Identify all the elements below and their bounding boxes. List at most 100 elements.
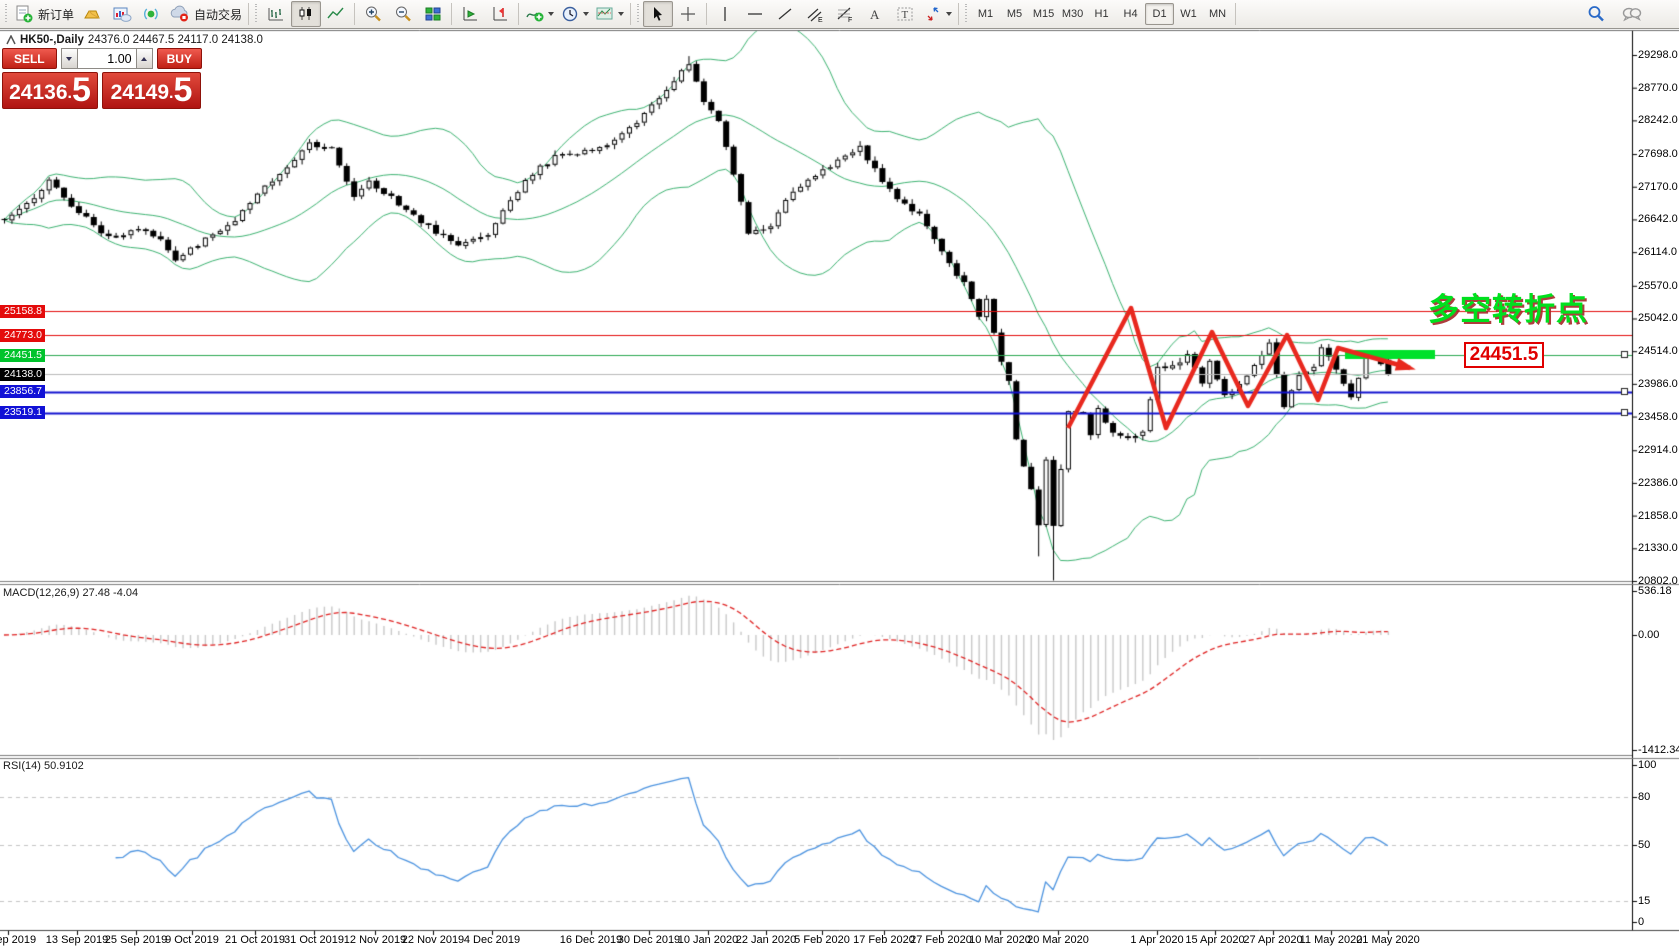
svg-text:F: F xyxy=(848,17,852,24)
chinese-annotation[interactable]: 多空转折点 xyxy=(1428,284,1588,329)
volume-decrease-button[interactable] xyxy=(61,48,78,69)
sell-price-frac: 5 xyxy=(72,75,91,106)
gold-button[interactable] xyxy=(77,1,107,27)
macd-axis-tick: -1412.34 xyxy=(1638,744,1679,756)
candlestick-chart-button[interactable] xyxy=(291,1,321,27)
rsi-axis-tick: 100 xyxy=(1638,759,1656,771)
rsi-axis-tick: 0 xyxy=(1638,916,1644,928)
timeframe-group: M1M5M15M30H1H4D1W1MN xyxy=(971,3,1232,25)
ohlc-values: 24376.0 24467.5 24117.0 24138.0 xyxy=(88,34,263,46)
horizontal-line-button[interactable] xyxy=(740,1,770,27)
chart-canvas[interactable] xyxy=(0,0,1679,952)
volume-increase-button[interactable] xyxy=(136,48,153,69)
timeframe-m15[interactable]: M15 xyxy=(1029,3,1058,25)
auto-scroll-icon xyxy=(460,4,480,24)
timeframe-w1[interactable]: W1 xyxy=(1174,3,1203,25)
bar-chart-icon xyxy=(266,4,286,24)
tile-windows-icon xyxy=(423,4,443,24)
charts-window-icon xyxy=(112,4,132,24)
buy-button[interactable]: BUY xyxy=(157,48,202,69)
periods-caret-icon xyxy=(583,12,589,16)
toolbar-separator xyxy=(248,3,249,25)
community-button[interactable] xyxy=(1617,1,1647,27)
horizontal-line-icon xyxy=(745,4,765,24)
arrows-icon xyxy=(923,4,943,24)
price-axis-tick: 26642.0 xyxy=(1638,213,1678,225)
buy-price-display[interactable]: 24149.5 xyxy=(102,72,201,109)
new-order-button[interactable]: 新订单 xyxy=(11,1,77,27)
timeframe-d1[interactable]: D1 xyxy=(1145,3,1174,25)
chart-shift-button[interactable] xyxy=(485,1,515,27)
zoom-out-button[interactable] xyxy=(388,1,418,27)
templates-button[interactable] xyxy=(592,1,627,27)
price-badge: 23856.7 xyxy=(0,385,45,398)
toolbar-grip xyxy=(964,4,969,24)
line-chart-button[interactable] xyxy=(321,1,351,27)
timeframe-m30[interactable]: M30 xyxy=(1058,3,1087,25)
date-axis-label: 20 Mar 2020 xyxy=(1023,934,1093,946)
arrows-button[interactable] xyxy=(920,1,955,27)
price-badge: 24138.0 xyxy=(0,368,45,381)
timeframe-h4[interactable]: H4 xyxy=(1116,3,1145,25)
volume-input[interactable] xyxy=(78,48,136,69)
trendline-button[interactable] xyxy=(770,1,800,27)
vertical-line-icon xyxy=(715,4,735,24)
timeframe-h1[interactable]: H1 xyxy=(1087,3,1116,25)
rsi-indicator-label: RSI(14) 50.9102 xyxy=(3,760,84,772)
toolbar-separator xyxy=(451,3,452,25)
search-button[interactable] xyxy=(1581,1,1611,27)
signals-icon xyxy=(142,4,162,24)
signals-button[interactable] xyxy=(137,1,167,27)
indicators-icon xyxy=(525,4,545,24)
date-axis-label: 4 Dec 2019 xyxy=(457,934,527,946)
sell-price-display[interactable]: 24136.5 xyxy=(2,72,98,109)
zoom-in-button[interactable] xyxy=(358,1,388,27)
price-badge: 23519.1 xyxy=(0,406,45,419)
price-axis-tick: 21330.0 xyxy=(1638,542,1678,554)
indicators-button[interactable] xyxy=(522,1,557,27)
new-order-label: 新订单 xyxy=(38,6,74,23)
price-axis-tick: 25042.0 xyxy=(1638,312,1678,324)
up-arrow-icon xyxy=(141,57,147,61)
chart-window-icon xyxy=(6,35,16,45)
charts-window-button[interactable] xyxy=(107,1,137,27)
date-axis-label: 31 Oct 2019 xyxy=(279,934,349,946)
bar-chart-button[interactable] xyxy=(261,1,291,27)
svg-text:E: E xyxy=(818,17,823,24)
price-axis-tick: 27170.0 xyxy=(1638,181,1678,193)
date-axis-label: 5 Feb 2020 xyxy=(787,934,857,946)
text-label-button[interactable]: T xyxy=(890,1,920,27)
equidistant-channel-button[interactable]: E xyxy=(800,1,830,27)
toolbar-separator xyxy=(630,3,631,25)
zoom-in-icon xyxy=(363,4,383,24)
buy-price-frac: 5 xyxy=(173,75,192,106)
fibonacci-button[interactable]: F xyxy=(830,1,860,27)
auto-trading-label: 自动交易 xyxy=(194,6,242,23)
tile-windows-button[interactable] xyxy=(418,1,448,27)
timeframe-m1[interactable]: M1 xyxy=(971,3,1000,25)
rsi-axis-tick: 80 xyxy=(1638,791,1650,803)
price-axis-tick: 28242.0 xyxy=(1638,114,1678,126)
price-axis-tick: 24514.0 xyxy=(1638,345,1678,357)
sell-button[interactable]: SELL xyxy=(2,48,57,69)
date-axis-label: 2 Sep 2019 xyxy=(0,934,43,946)
crosshair-button[interactable] xyxy=(673,1,703,27)
buy-price-main: 24149 xyxy=(111,80,169,106)
auto-trading-button[interactable]: 自动交易 xyxy=(167,1,245,27)
periods-button[interactable] xyxy=(557,1,592,27)
timeframe-m5[interactable]: M5 xyxy=(1000,3,1029,25)
text-button[interactable]: A xyxy=(860,1,890,27)
new-order-icon xyxy=(14,4,34,24)
chart-title: HK50-,Daily 24376.0 24467.5 24117.0 2413… xyxy=(6,34,263,46)
volume-spinner xyxy=(61,48,153,69)
macd-axis-tick: 536.18 xyxy=(1638,585,1672,597)
candlestick-chart-icon xyxy=(296,4,316,24)
auto-scroll-button[interactable] xyxy=(455,1,485,27)
timeframe-mn[interactable]: MN xyxy=(1203,3,1232,25)
svg-text:A: A xyxy=(870,7,880,22)
vertical-line-button[interactable] xyxy=(710,1,740,27)
date-axis-label: 9 Oct 2019 xyxy=(157,934,227,946)
cursor-button[interactable] xyxy=(643,1,673,27)
price-axis-tick: 27698.0 xyxy=(1638,148,1678,160)
price-level-callout[interactable]: 24451.5 xyxy=(1464,342,1544,368)
